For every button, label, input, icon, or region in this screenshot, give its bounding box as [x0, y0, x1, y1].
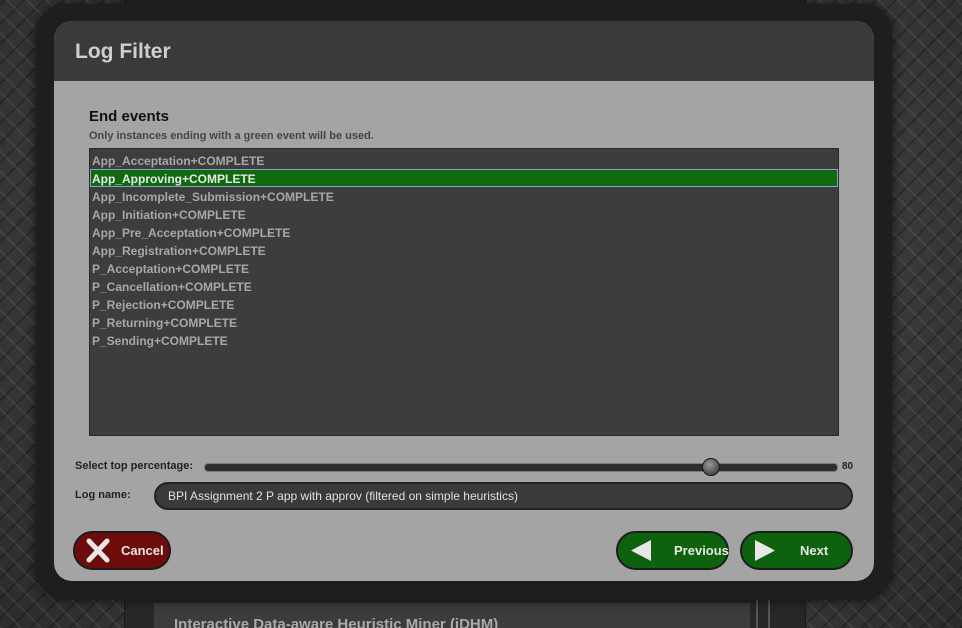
- dialog-header: Log Filter: [54, 21, 874, 81]
- event-list-item[interactable]: App_Registration+COMPLETE: [90, 241, 838, 259]
- slider-label: Select top percentage:: [75, 460, 193, 472]
- event-list-item[interactable]: P_Acceptation+COMPLETE: [90, 259, 838, 277]
- event-list-item[interactable]: P_Returning+COMPLETE: [90, 313, 838, 331]
- next-button-label: Next: [800, 543, 829, 558]
- event-list-item[interactable]: App_Initiation+COMPLETE: [90, 205, 838, 223]
- close-x-icon: [86, 538, 110, 563]
- event-list-item[interactable]: P_Cancellation+COMPLETE: [90, 277, 838, 295]
- slider-value: 80: [842, 461, 854, 472]
- next-button[interactable]: Next: [740, 531, 853, 570]
- event-list-item[interactable]: App_Pre_Acceptation+COMPLETE: [90, 223, 838, 241]
- section-subtitle: Only instances ending with a green event…: [89, 130, 374, 142]
- end-events-list[interactable]: App_Acceptation+COMPLETE App_Approving+CO…: [89, 148, 839, 436]
- arrow-right-icon: [755, 540, 775, 561]
- event-list-item[interactable]: App_Acceptation+COMPLETE: [90, 151, 838, 169]
- arrow-left-icon: [631, 540, 651, 561]
- previous-button-label: Previous: [674, 543, 729, 558]
- section-title: End events: [89, 108, 170, 125]
- event-list-item[interactable]: P_Sending+COMPLETE: [90, 331, 838, 349]
- log-name-input[interactable]: [154, 482, 853, 510]
- previous-button[interactable]: Previous: [616, 531, 729, 570]
- log-filter-dialog: Log Filter End events Only instances end…: [54, 21, 874, 581]
- event-list-item[interactable]: App_Approving+COMPLETE: [90, 169, 838, 187]
- percentage-slider-thumb[interactable]: [701, 458, 720, 476]
- log-name-label: Log name:: [75, 489, 131, 501]
- dialog-title: Log Filter: [75, 40, 171, 63]
- event-list-item[interactable]: App_Incomplete_Submission+COMPLETE: [90, 187, 838, 205]
- percentage-slider-track[interactable]: [204, 463, 838, 472]
- cancel-button-label: Cancel: [121, 543, 164, 558]
- event-list-item[interactable]: P_Rejection+COMPLETE: [90, 295, 838, 313]
- background-window-title: Interactive Data-aware Heuristic Miner (…: [154, 603, 750, 628]
- cancel-button[interactable]: Cancel: [73, 531, 171, 570]
